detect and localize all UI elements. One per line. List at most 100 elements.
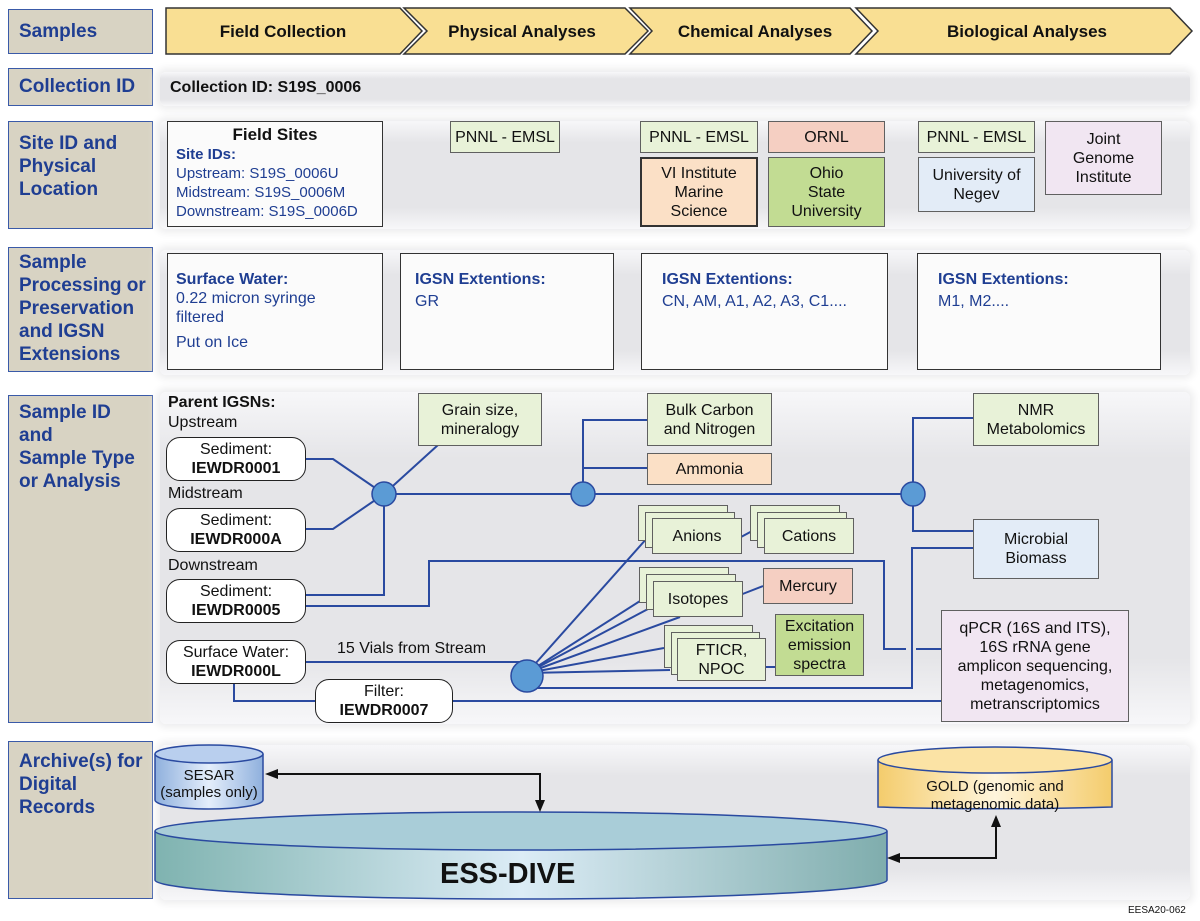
site-midstream: Midstream: S19S_0006M — [176, 184, 346, 201]
analysis-label: qPCR (16S and ITS), — [959, 619, 1111, 637]
field-sites-box: Field Sites Site IDs: Upstream: S19S_000… — [167, 121, 383, 227]
analysis-isotopes[interactable]: Isotopes — [653, 581, 743, 617]
row-label-line: Site ID and — [19, 133, 118, 154]
analysis-label: amplicon sequencing, — [957, 657, 1113, 675]
row-label-line: Sample ID — [19, 402, 111, 423]
archive-label: metagenomic data) — [930, 796, 1060, 813]
archive-label: GOLD (genomic and — [926, 778, 1064, 795]
essdive-label[interactable]: ESS-DIVE — [440, 858, 575, 891]
institution-label: University — [791, 202, 862, 220]
institution-pnnl-physical: PNNL - EMSL — [450, 121, 560, 153]
sesar-label[interactable]: SESAR (samples only) — [155, 767, 263, 801]
stage-label: Chemical Analyses — [678, 22, 832, 41]
analysis-label: NPOC — [698, 660, 745, 678]
stage-chevrons: Field Collection Physical Analyses Chemi… — [165, 7, 1194, 55]
sample-type: Sediment: — [199, 512, 273, 529]
processing-value: GR — [415, 293, 439, 310]
processing-value: M1, M2.... — [938, 293, 1010, 310]
institution-pnnl-biological: PNNL - EMSL — [918, 121, 1035, 153]
institution-negev: University of Negev — [918, 157, 1035, 212]
analysis-label: Grain size, — [441, 401, 519, 419]
institution-label: PNNL - EMSL — [649, 128, 749, 146]
row-label-line: and IGSN — [19, 321, 105, 342]
row-label-line: Archive(s) for — [19, 751, 143, 772]
row-label-sample-id: Sample ID and Sample Type or Analysis — [8, 395, 153, 723]
row-label-text: Collection ID — [19, 76, 136, 97]
institution-label: ORNL — [804, 128, 849, 146]
analysis-label: mineralogy — [440, 420, 520, 438]
analysis-nmr-metabolomics[interactable]: NMR Metabolomics — [973, 393, 1099, 446]
sample-filter[interactable]: Filter: IEWDR0007 — [315, 679, 453, 723]
sample-igsn: IEWDR000A — [190, 531, 282, 548]
figure-id: EESA20-062 — [1128, 905, 1186, 916]
processing-value: 0.22 micron syringe — [176, 290, 316, 307]
row-label-line: or Analysis — [19, 471, 121, 492]
analysis-label: NMR — [1017, 401, 1055, 419]
institution-label: Ohio — [809, 164, 844, 182]
analysis-bulk-carbon[interactable]: Bulk Carbon and Nitrogen — [647, 393, 772, 446]
institution-label: VI Institute — [661, 164, 737, 182]
institution-ornl: ORNL — [768, 121, 885, 153]
analysis-qpcr-sequencing[interactable]: qPCR (16S and ITS), 16S rRNA gene amplic… — [941, 610, 1129, 722]
analysis-label: FTICR, — [695, 641, 748, 659]
analysis-microbial-biomass[interactable]: Microbial Biomass — [973, 519, 1099, 579]
analysis-excitation-emission[interactable]: Excitation emission spectra — [775, 614, 864, 676]
analysis-label: Ammonia — [675, 460, 744, 478]
analysis-label: Metabolomics — [986, 420, 1086, 438]
row-label-line: Records — [19, 797, 96, 818]
analysis-ammonia[interactable]: Ammonia — [647, 453, 772, 485]
archive-label: (samples only) — [160, 784, 258, 801]
site-ids-label: Site IDs: — [176, 146, 237, 163]
analysis-mercury[interactable]: Mercury — [763, 568, 853, 604]
analysis-label: Biomass — [1005, 550, 1067, 567]
stage-label: Biological Analyses — [947, 22, 1107, 41]
sample-igsn: IEWDR0005 — [191, 602, 281, 619]
sample-sediment-midstream[interactable]: Sediment: IEWDR000A — [166, 508, 306, 552]
field-sites-title: Field Sites — [232, 125, 318, 144]
row-label-line: Sample — [19, 252, 87, 273]
analysis-label: Cations — [781, 527, 837, 545]
sample-igsn: IEWDR0001 — [191, 460, 281, 477]
downstream-label: Downstream — [168, 557, 258, 574]
analysis-label: Excitation — [784, 617, 855, 635]
processing-title: IGSN Extentions: — [938, 271, 1069, 288]
processing-title: IGSN Extentions: — [415, 271, 546, 288]
site-upstream: Upstream: S19S_0006U — [176, 165, 339, 182]
row-label-collection-id: Collection ID — [8, 68, 153, 106]
vials-label: 15 Vials from Stream — [337, 640, 487, 657]
institution-jgi: Joint Genome Institute — [1045, 121, 1162, 195]
row-label-archive: Archive(s) for Digital Records — [8, 741, 153, 899]
sample-surface-water[interactable]: Surface Water: IEWDR000L — [166, 640, 306, 684]
site-downstream: Downstream: S19S_0006D — [176, 203, 358, 220]
processing-title: Surface Water: — [176, 271, 289, 288]
processing-field-box: Surface Water: 0.22 micron syringe filte… — [167, 253, 383, 370]
row-label-line: Location — [19, 179, 99, 200]
sample-type: Sediment: — [199, 583, 273, 600]
sample-sediment-downstream[interactable]: Sediment: IEWDR0005 — [166, 579, 306, 623]
sample-igsn: IEWDR000L — [191, 663, 281, 680]
analysis-cations[interactable]: Cations — [764, 518, 854, 554]
processing-value: Put on Ice — [176, 334, 249, 351]
gold-label[interactable]: GOLD (genomic and metagenomic data) — [878, 778, 1112, 814]
analysis-grain-size[interactable]: Grain size, mineralogy — [418, 393, 542, 446]
row-label-site: Site ID and Physical Location — [8, 121, 153, 229]
band-archive — [160, 745, 1190, 900]
sample-type: Filter: — [364, 683, 404, 700]
sample-sediment-upstream[interactable]: Sediment: IEWDR0001 — [166, 437, 306, 481]
institution-label: PNNL - EMSL — [926, 128, 1027, 146]
row-label-line: Digital — [19, 774, 78, 795]
collection-id-text: Collection ID: S19S_0006 — [170, 79, 362, 96]
processing-title: IGSN Extentions: — [662, 271, 793, 288]
row-label-processing: Sample Processing or Preservation and IG… — [8, 247, 153, 372]
row-label-line: Extensions — [19, 344, 121, 365]
analysis-anions[interactable]: Anions — [652, 518, 742, 554]
sample-type: Surface Water: — [182, 644, 290, 661]
row-label-line: Preservation — [19, 298, 135, 319]
processing-value: filtered — [176, 309, 225, 326]
analysis-label: and Nitrogen — [663, 420, 756, 438]
upstream-label: Upstream — [168, 414, 238, 431]
archive-label: SESAR — [183, 767, 235, 784]
institution-label: Institute — [1075, 168, 1132, 186]
institution-vi-marine: VI Institute Marine Science — [640, 157, 758, 227]
analysis-fticr-npoc[interactable]: FTICR, NPOC — [677, 638, 766, 681]
